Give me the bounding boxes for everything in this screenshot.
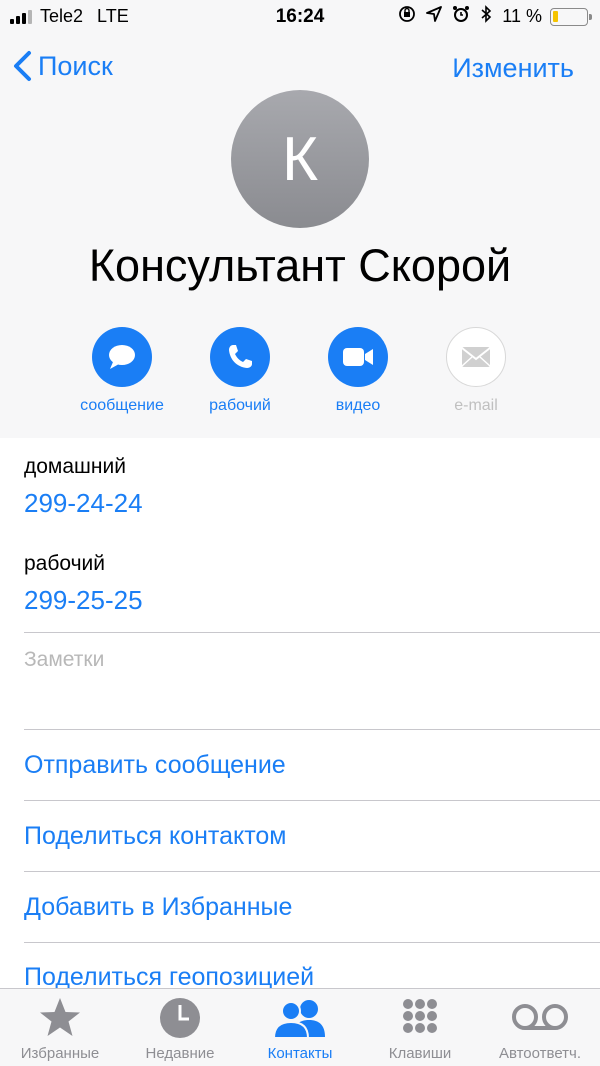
alarm-icon [452, 5, 470, 28]
tab-label: Недавние [145, 1045, 215, 1062]
phone-number-work[interactable]: 299-25-25 [24, 585, 143, 616]
divider [24, 942, 600, 943]
tab-label: Избранные [20, 1045, 100, 1062]
back-button[interactable]: Поиск [12, 50, 113, 82]
action-buttons: сообщение рабочий видео e-mail [0, 327, 600, 427]
contact-name: Консультант Скорой [88, 240, 512, 291]
avatar-initial: К [281, 124, 319, 194]
tab-label: Автоответч. [498, 1045, 582, 1062]
add-to-favorites-link[interactable]: Добавить в Избранные [24, 893, 292, 922]
clock-icon [160, 998, 200, 1038]
tab-label: Контакты [267, 1045, 333, 1062]
star-icon [40, 998, 80, 1036]
message-action[interactable]: сообщение [62, 327, 182, 415]
bluetooth-icon [480, 5, 492, 28]
chevron-left-icon [14, 51, 31, 81]
phone-label-home: домашний [24, 455, 126, 478]
avatar: К [231, 90, 369, 228]
mail-icon [446, 327, 506, 387]
email-action: e-mail [416, 327, 536, 415]
tab-bar: Избранные Недавние Контакты Клавиши Авто… [0, 988, 600, 1066]
tab-label: Клавиши [388, 1045, 452, 1062]
divider [24, 632, 600, 633]
tab-voicemail[interactable]: Автоответч. [480, 997, 600, 1062]
notes-field[interactable]: Заметки [24, 648, 104, 672]
divider [24, 729, 600, 730]
divider [24, 800, 600, 801]
call-work-action[interactable]: рабочий [180, 327, 300, 415]
share-contact-link[interactable]: Поделиться контактом [24, 822, 286, 851]
tab-contacts[interactable]: Контакты [240, 997, 360, 1062]
tab-favorites[interactable]: Избранные [0, 997, 120, 1062]
phone-number-home[interactable]: 299-24-24 [24, 488, 143, 519]
phone-icon [210, 327, 270, 387]
status-right: 11 % [388, 5, 592, 28]
edit-button[interactable]: Изменить [452, 53, 574, 84]
voicemail-icon [512, 1004, 568, 1030]
call-action-label: рабочий [209, 397, 271, 414]
email-action-label: e-mail [454, 397, 498, 414]
message-icon [92, 327, 152, 387]
tab-keypad[interactable]: Клавиши [360, 997, 480, 1062]
phone-label-work: рабочий [24, 552, 106, 575]
location-icon [426, 6, 443, 27]
status-bar: Tele2 LTE 16:24 11 % [0, 0, 600, 34]
send-message-link[interactable]: Отправить сообщение [24, 751, 286, 780]
keypad-icon [403, 999, 437, 1033]
back-label: Поиск [38, 50, 113, 81]
battery-percent: 11 % [502, 6, 542, 26]
rotation-lock-icon [398, 5, 416, 28]
contacts-icon [272, 1000, 325, 1039]
divider [24, 871, 600, 872]
video-icon [328, 327, 388, 387]
battery-icon [550, 7, 592, 26]
tab-recents[interactable]: Недавние [120, 997, 240, 1062]
message-action-label: сообщение [80, 397, 164, 414]
video-action[interactable]: видео [298, 327, 418, 415]
video-action-label: видео [335, 397, 381, 414]
